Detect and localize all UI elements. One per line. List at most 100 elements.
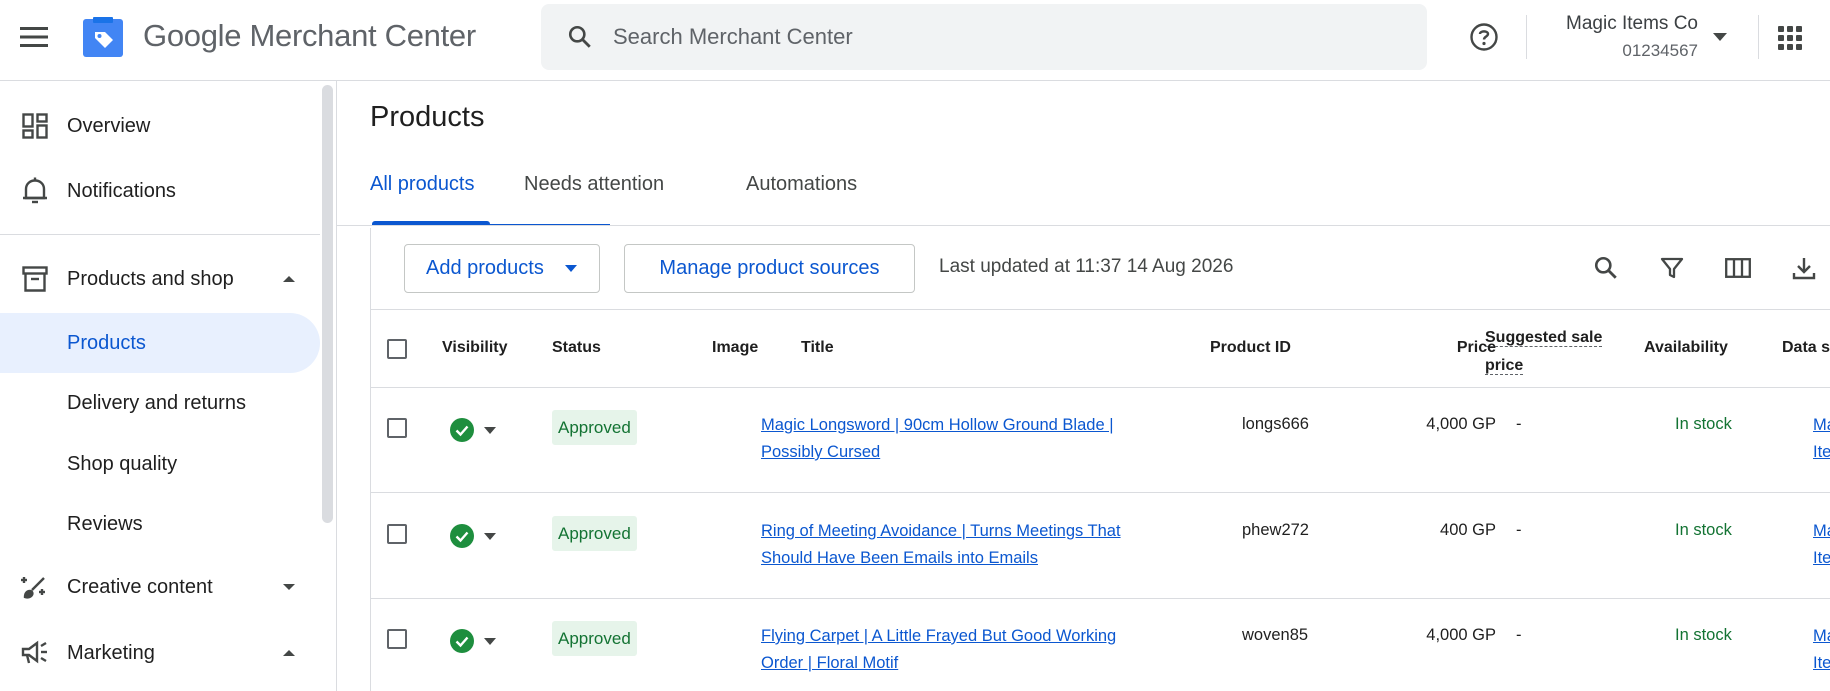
- sidebar-item-label: Delivery and returns: [67, 391, 246, 414]
- tabs-divider: [337, 225, 1830, 226]
- status-badge: Approved: [552, 621, 637, 656]
- page-title: Products: [370, 101, 485, 133]
- status-badge: Approved: [552, 410, 637, 445]
- data-source-link[interactable]: Magic Items Co Feed: [1813, 518, 1830, 572]
- product-title-link[interactable]: Ring of Meeting Avoidance | Turns Meetin…: [761, 518, 1131, 572]
- last-updated-text: Last updated at 11:37 14 Aug 2026: [939, 256, 1234, 277]
- sidebar-item-label: Creative content: [67, 575, 213, 598]
- manage-sources-label: Manage product sources: [659, 257, 880, 279]
- google-wordmark: Google: [143, 18, 242, 53]
- help-button[interactable]: [1466, 19, 1502, 55]
- top-app-bar: Google Merchant Center Magic Items Co 01…: [0, 0, 1830, 81]
- table-toolbar: Add products Manage product sources Last…: [371, 228, 1830, 310]
- download-button[interactable]: [1786, 250, 1822, 286]
- google-apps-button[interactable]: [1772, 20, 1808, 56]
- select-all-checkbox[interactable]: [387, 339, 407, 359]
- sidebar-item-label: Products: [67, 331, 146, 354]
- suggested-sale-price: -: [1516, 415, 1522, 433]
- product-price: 400 GP: [1440, 521, 1496, 539]
- add-products-button[interactable]: Add products: [404, 244, 600, 293]
- search-bar[interactable]: [541, 4, 1427, 70]
- main-menu-button[interactable]: [14, 17, 54, 57]
- apps-grid-icon: [1778, 26, 1802, 50]
- view-columns-icon: [1725, 258, 1751, 278]
- column-header-data-source[interactable]: Data s: [1782, 339, 1830, 357]
- sidebar-scrollbar[interactable]: [322, 85, 333, 523]
- sidebar-item-products-and-shop[interactable]: Products and shop: [0, 249, 320, 309]
- check-circle-icon: [450, 629, 474, 653]
- download-icon: [1792, 258, 1816, 280]
- product-name[interactable]: Google Merchant Center: [143, 18, 476, 54]
- brush-icon: [20, 572, 50, 602]
- table-search-button[interactable]: [1588, 250, 1624, 286]
- account-switcher[interactable]: Magic Items Co 01234567: [1536, 13, 1728, 63]
- chevron-down-icon: [283, 584, 295, 590]
- sidebar-item-label: Overview: [67, 114, 151, 137]
- dropdown-arrow-icon: [565, 265, 577, 272]
- row-checkbox[interactable]: [387, 524, 407, 544]
- sidebar-item-label: Products and shop: [67, 267, 234, 290]
- search-input[interactable]: [613, 24, 1373, 50]
- columns-button[interactable]: [1720, 250, 1756, 286]
- sidebar-item-marketing[interactable]: Marketing: [0, 623, 320, 683]
- column-header-product-id[interactable]: Product ID: [1210, 339, 1291, 357]
- column-header-visibility[interactable]: Visibility: [442, 339, 508, 357]
- tab-all-products[interactable]: All products: [370, 173, 475, 218]
- data-source-link[interactable]: Magic Items Co Feed: [1813, 412, 1830, 466]
- row-checkbox[interactable]: [387, 629, 407, 649]
- manage-product-sources-button[interactable]: Manage product sources: [624, 244, 915, 293]
- filter-icon: [1660, 257, 1684, 279]
- sidebar-divider: [0, 234, 320, 235]
- availability: In stock: [1675, 521, 1732, 539]
- sidebar-item-label: Reviews: [67, 512, 143, 535]
- tab-needs-attention[interactable]: Needs attention: [524, 173, 664, 218]
- sidebar-item-notifications[interactable]: Notifications: [0, 161, 320, 221]
- row-checkbox[interactable]: [387, 418, 407, 438]
- products-table-card: Add products Manage product sources Last…: [370, 228, 1830, 691]
- suggested-sale-price-label: Suggested sale price: [1485, 329, 1603, 375]
- sidebar-item-label: Notifications: [67, 179, 176, 202]
- sidebar-item-overview[interactable]: Overview: [0, 96, 320, 156]
- megaphone-icon: [20, 638, 50, 668]
- bell-icon: [20, 176, 50, 206]
- chevron-up-icon: [283, 276, 295, 282]
- check-circle-icon: [450, 524, 474, 548]
- sidebar-item-reviews[interactable]: Reviews: [0, 494, 320, 554]
- visibility-control[interactable]: [450, 418, 500, 444]
- table-row[interactable]: Approved Magic Longsword | 90cm Hollow G…: [371, 388, 1830, 493]
- table-header-row: Visibility Status Image Title Product ID…: [371, 310, 1830, 388]
- column-header-availability[interactable]: Availability: [1644, 339, 1728, 357]
- visibility-control[interactable]: [450, 524, 500, 550]
- product-title-link[interactable]: Magic Longsword | 90cm Hollow Ground Bla…: [761, 412, 1131, 466]
- column-header-status[interactable]: Status: [552, 339, 601, 357]
- product-title-link[interactable]: Flying Carpet | A Little Frayed But Good…: [761, 623, 1131, 677]
- search-icon: [563, 20, 597, 54]
- status-badge: Approved: [552, 516, 637, 551]
- sidebar-item-products[interactable]: Products: [0, 313, 320, 373]
- account-name: Magic Items Co: [1566, 13, 1698, 34]
- column-header-title[interactable]: Title: [801, 339, 834, 357]
- header-divider: [1758, 15, 1759, 59]
- add-products-label: Add products: [426, 257, 544, 279]
- product-price: 4,000 GP: [1426, 626, 1496, 644]
- sidebar-item-shop-quality[interactable]: Shop quality: [0, 434, 320, 494]
- data-source-link[interactable]: Magic Items Co Feed: [1813, 623, 1830, 677]
- check-circle-icon: [450, 418, 474, 442]
- hamburger-menu-icon: [20, 27, 48, 47]
- availability: In stock: [1675, 415, 1732, 433]
- filter-button[interactable]: [1654, 250, 1690, 286]
- sidebar-item-creative-content[interactable]: Creative content: [0, 557, 320, 617]
- table-row[interactable]: Approved Flying Carpet | A Little Frayed…: [371, 599, 1830, 691]
- account-id: 01234567: [1622, 41, 1698, 60]
- header-divider: [1526, 15, 1527, 59]
- column-header-price[interactable]: Price: [1371, 339, 1496, 357]
- column-header-suggested-sale-price[interactable]: Suggested sale price: [1485, 324, 1615, 380]
- table-row[interactable]: Approved Ring of Meeting Avoidance | Tur…: [371, 494, 1830, 599]
- visibility-control[interactable]: [450, 629, 500, 655]
- sidebar-item-label: Marketing: [67, 641, 155, 664]
- column-header-image: Image: [712, 339, 759, 356]
- sidebar-item-delivery-and-returns[interactable]: Delivery and returns: [0, 373, 320, 433]
- dropdown-arrow-icon: [484, 533, 496, 540]
- dropdown-arrow-icon: [484, 427, 496, 434]
- tab-automations[interactable]: Automations: [746, 173, 857, 218]
